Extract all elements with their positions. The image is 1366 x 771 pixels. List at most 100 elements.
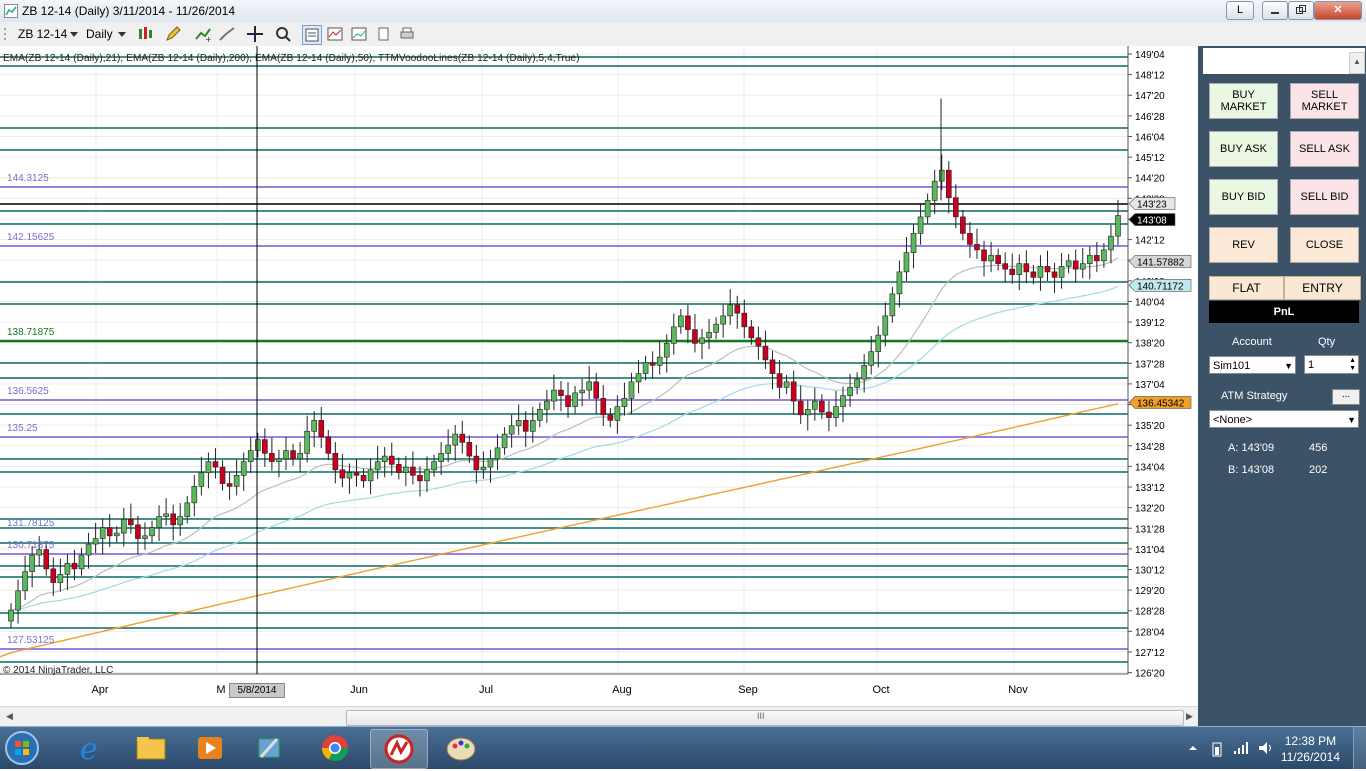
candle-body <box>529 420 536 432</box>
sell-ask-button[interactable]: SELL ASK <box>1290 131 1359 167</box>
drawing-pencil-icon[interactable] <box>164 25 182 43</box>
candle-body <box>297 453 303 460</box>
candle-body <box>8 609 14 622</box>
taskbar-chrome[interactable] <box>307 729 363 767</box>
interval-selector[interactable]: Daily <box>86 25 113 43</box>
tray-volume-icon[interactable] <box>1258 741 1274 755</box>
add-indicator-icon[interactable]: + <box>194 25 212 43</box>
buy-ask-button[interactable]: BUY ASK <box>1209 131 1278 167</box>
bar-style-icon[interactable] <box>136 25 154 43</box>
taskbar-file-explorer[interactable] <box>123 729 179 767</box>
scroll-right-icon[interactable]: ▶ <box>1186 711 1193 722</box>
taskbar-internet-explorer[interactable]: e <box>64 729 120 767</box>
print-icon[interactable] <box>398 25 416 43</box>
candle-body <box>917 216 924 234</box>
sell-bid-button[interactable]: SELL BID <box>1290 179 1359 215</box>
strategy-icon[interactable] <box>218 25 236 43</box>
candle-body <box>1058 266 1065 278</box>
candle-body <box>593 381 600 399</box>
level-price-label: 138.71875 <box>7 327 55 338</box>
time-axis-label: Aug <box>612 684 632 696</box>
tray-battery-icon[interactable] <box>1211 741 1223 757</box>
tab-flat[interactable]: FLAT <box>1209 276 1284 300</box>
candle-body <box>755 337 762 347</box>
restore-icon <box>1296 5 1306 14</box>
minimize-button[interactable] <box>1262 1 1288 20</box>
reverse-button[interactable]: REV <box>1209 227 1278 263</box>
candle-body <box>121 519 127 534</box>
instrument-selector[interactable]: ZB 12-14 <box>18 25 67 43</box>
candle-body <box>699 337 705 344</box>
crosshair-icon[interactable] <box>246 25 264 43</box>
candle-body <box>163 513 169 517</box>
level-price-label: 130.71875 <box>7 540 55 551</box>
candle-body <box>995 255 1001 264</box>
price-tick-label: 149'04 <box>1135 50 1165 61</box>
candle-body <box>135 524 141 539</box>
candle-body <box>642 362 649 374</box>
price-chart[interactable]: 149'04 148'12 147'20 146'28 146'04 145'12 144'… <box>0 46 1198 706</box>
tab-entry[interactable]: ENTRY <box>1284 276 1361 300</box>
candle-body <box>974 244 980 251</box>
last-price-marker-text: 143'08 <box>1137 216 1167 227</box>
zoom-icon[interactable] <box>274 25 292 43</box>
taskbar-control-panel[interactable] <box>241 729 297 767</box>
chart-style-icon[interactable] <box>350 25 368 43</box>
candle-body <box>381 455 388 462</box>
restore-button[interactable] <box>1288 1 1314 20</box>
candle-body <box>896 271 903 295</box>
candle-body <box>635 373 642 383</box>
spinner-arrows-icon[interactable]: ▲ ▼ <box>1349 357 1356 373</box>
time-axis-label: Sep <box>738 684 758 696</box>
taskbar-paint[interactable] <box>433 729 489 767</box>
link-button[interactable]: L <box>1226 1 1254 20</box>
candle-body <box>64 563 71 575</box>
candle-body <box>283 450 289 460</box>
system-clock[interactable]: 12:38 PM 11/26/2014 <box>1281 733 1340 765</box>
candle-body <box>797 400 804 416</box>
candle-body <box>600 398 607 416</box>
quantity-stepper[interactable]: 1 ▲ ▼ <box>1304 355 1359 374</box>
candle-body <box>931 180 938 201</box>
scroll-left-icon[interactable]: ◀ <box>6 711 13 722</box>
show-desktop-button[interactable] <box>1353 727 1366 769</box>
taskbar-ninjatrader[interactable] <box>370 729 428 769</box>
candle-body <box>304 431 310 454</box>
atm-more-button[interactable]: ... <box>1332 389 1360 405</box>
ema200-price-marker-text: 136.45342 <box>1137 398 1185 409</box>
price-tick-label: 142'12 <box>1135 236 1165 247</box>
sell-market-button[interactable]: SELL MARKET <box>1290 83 1359 119</box>
scroll-up-icon[interactable]: ▲ <box>1349 52 1365 74</box>
chart-horizontal-scrollbar[interactable]: ◀ III ▶ <box>0 706 1198 727</box>
chevron-down-icon[interactable] <box>70 30 78 38</box>
copy-icon[interactable] <box>374 25 392 43</box>
start-button[interactable] <box>2 729 48 767</box>
atm-strategy-select[interactable]: <None> ▼ <box>1209 410 1359 428</box>
account-select[interactable]: Sim101 ▼ <box>1209 356 1296 374</box>
price-tick-label: 128'04 <box>1135 627 1165 638</box>
tray-network-icon[interactable] <box>1233 741 1249 755</box>
scroll-thumb[interactable]: III <box>346 710 1184 726</box>
taskbar-media-player[interactable] <box>182 729 238 767</box>
candle-body <box>938 169 945 182</box>
buy-bid-button[interactable]: BUY BID <box>1209 179 1278 215</box>
data-box-icon[interactable] <box>302 25 322 45</box>
price-tick-label: 144'20 <box>1135 174 1165 185</box>
price-tick-label: 138'20 <box>1135 339 1165 350</box>
ema50-price-marker-text: 140.71172 <box>1137 281 1184 292</box>
candle-body <box>459 433 466 443</box>
crosshair-date-label: 5/8/2014 <box>229 683 285 698</box>
price-tick-label: 133'12 <box>1135 483 1165 494</box>
price-tick-label: 131'04 <box>1135 545 1165 556</box>
close-button[interactable]: ✕ <box>1314 1 1362 20</box>
tray-show-hidden-icon[interactable] <box>1188 743 1198 753</box>
candle-body <box>762 345 769 361</box>
chevron-down-icon[interactable] <box>118 30 126 38</box>
level-price-label: 136.5625 <box>7 386 49 397</box>
candle-body <box>156 516 162 528</box>
candle-body <box>1037 266 1044 278</box>
close-position-button[interactable]: CLOSE <box>1290 227 1359 263</box>
chart-properties-icon[interactable] <box>326 25 344 43</box>
chart-trader-header: ▲ <box>1203 48 1365 74</box>
buy-market-button[interactable]: BUY MARKET <box>1209 83 1278 119</box>
